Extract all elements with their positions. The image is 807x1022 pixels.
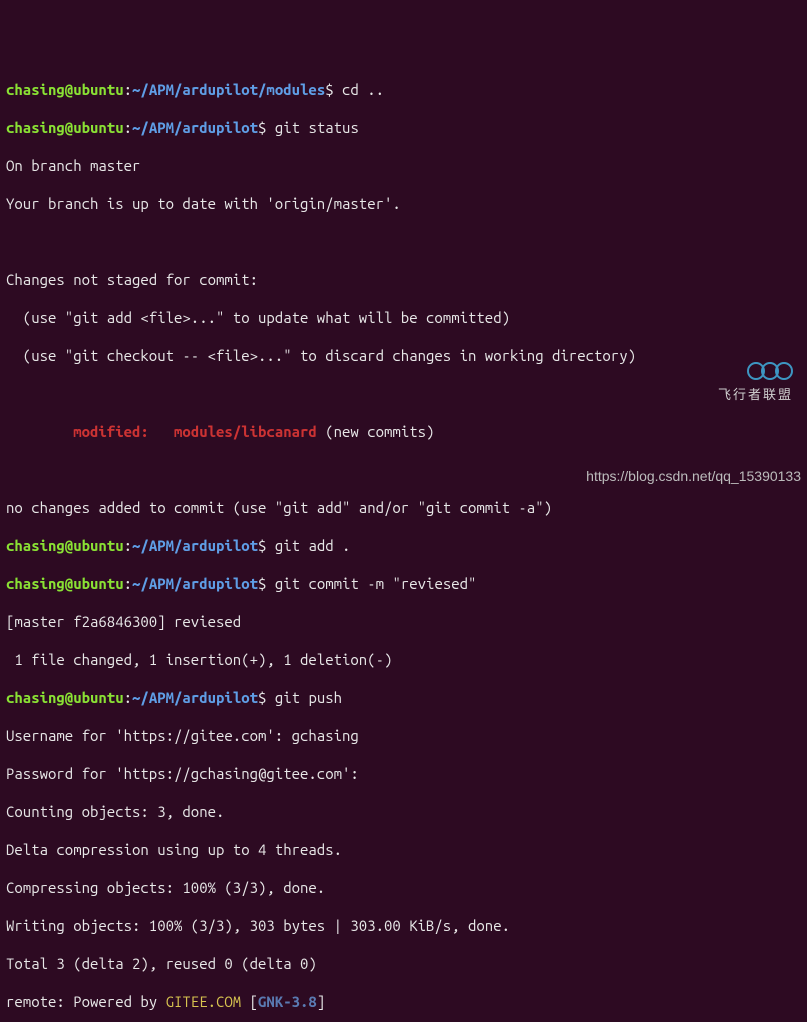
- push-delta: Delta compression using up to 4 threads.: [6, 840, 801, 859]
- prompt-line: chasing@ubuntu:~/APM/ardupilot$ git add …: [6, 536, 801, 555]
- cwd-path: ~/APM/ardupilot/modules: [132, 81, 325, 98]
- status-uptodate: Your branch is up to date with 'origin/m…: [6, 194, 801, 213]
- push-password: Password for 'https://gchasing@gitee.com…: [6, 764, 801, 783]
- push-compressing: Compressing objects: 100% (3/3), done.: [6, 878, 801, 897]
- cmd-status: git status: [275, 119, 359, 136]
- cmd-push: git push: [275, 689, 342, 706]
- push-remote: remote: Powered by GITEE.COM [GNK-3.8]: [6, 992, 801, 1011]
- status-branch: On branch master: [6, 156, 801, 175]
- prompt-line: chasing@ubuntu:~/APM/ardupilot/modules$ …: [6, 80, 801, 99]
- watermark: 飞行者联盟 https://blog.csdn.net/qq_15390133: [586, 299, 801, 505]
- cmd-cd: cd ..: [342, 81, 384, 98]
- push-username: Username for 'https://gitee.com': gchasi…: [6, 726, 801, 745]
- status-notstaged: Changes not staged for commit:: [6, 270, 801, 289]
- gnk-version: GNK-3.8: [258, 993, 317, 1010]
- push-writing: Writing objects: 100% (3/3), 303 bytes |…: [6, 916, 801, 935]
- user-host: chasing@ubuntu: [6, 81, 124, 98]
- prompt-line: chasing@ubuntu:~/APM/ardupilot$ git comm…: [6, 574, 801, 593]
- modified-path: modules/libcanard: [174, 423, 317, 440]
- push-counting: Counting objects: 3, done.: [6, 802, 801, 821]
- cmd-commit: git commit -m "reviesed": [275, 575, 477, 592]
- commit-stats: 1 file changed, 1 insertion(+), 1 deleti…: [6, 650, 801, 669]
- gitee-label: GITEE.COM: [166, 993, 242, 1010]
- prompt-line: chasing@ubuntu:~/APM/ardupilot$ git stat…: [6, 118, 801, 137]
- push-total: Total 3 (delta 2), reused 0 (delta 0): [6, 954, 801, 973]
- watermark-logo-icon: [747, 362, 793, 380]
- prompt-line: chasing@ubuntu:~/APM/ardupilot$ git push: [6, 688, 801, 707]
- cmd-add: git add .: [275, 537, 351, 554]
- watermark-brand: 飞行者联盟: [718, 387, 793, 402]
- commit-hash: [master f2a6846300] reviesed: [6, 612, 801, 631]
- watermark-url: https://blog.csdn.net/qq_15390133: [586, 467, 801, 486]
